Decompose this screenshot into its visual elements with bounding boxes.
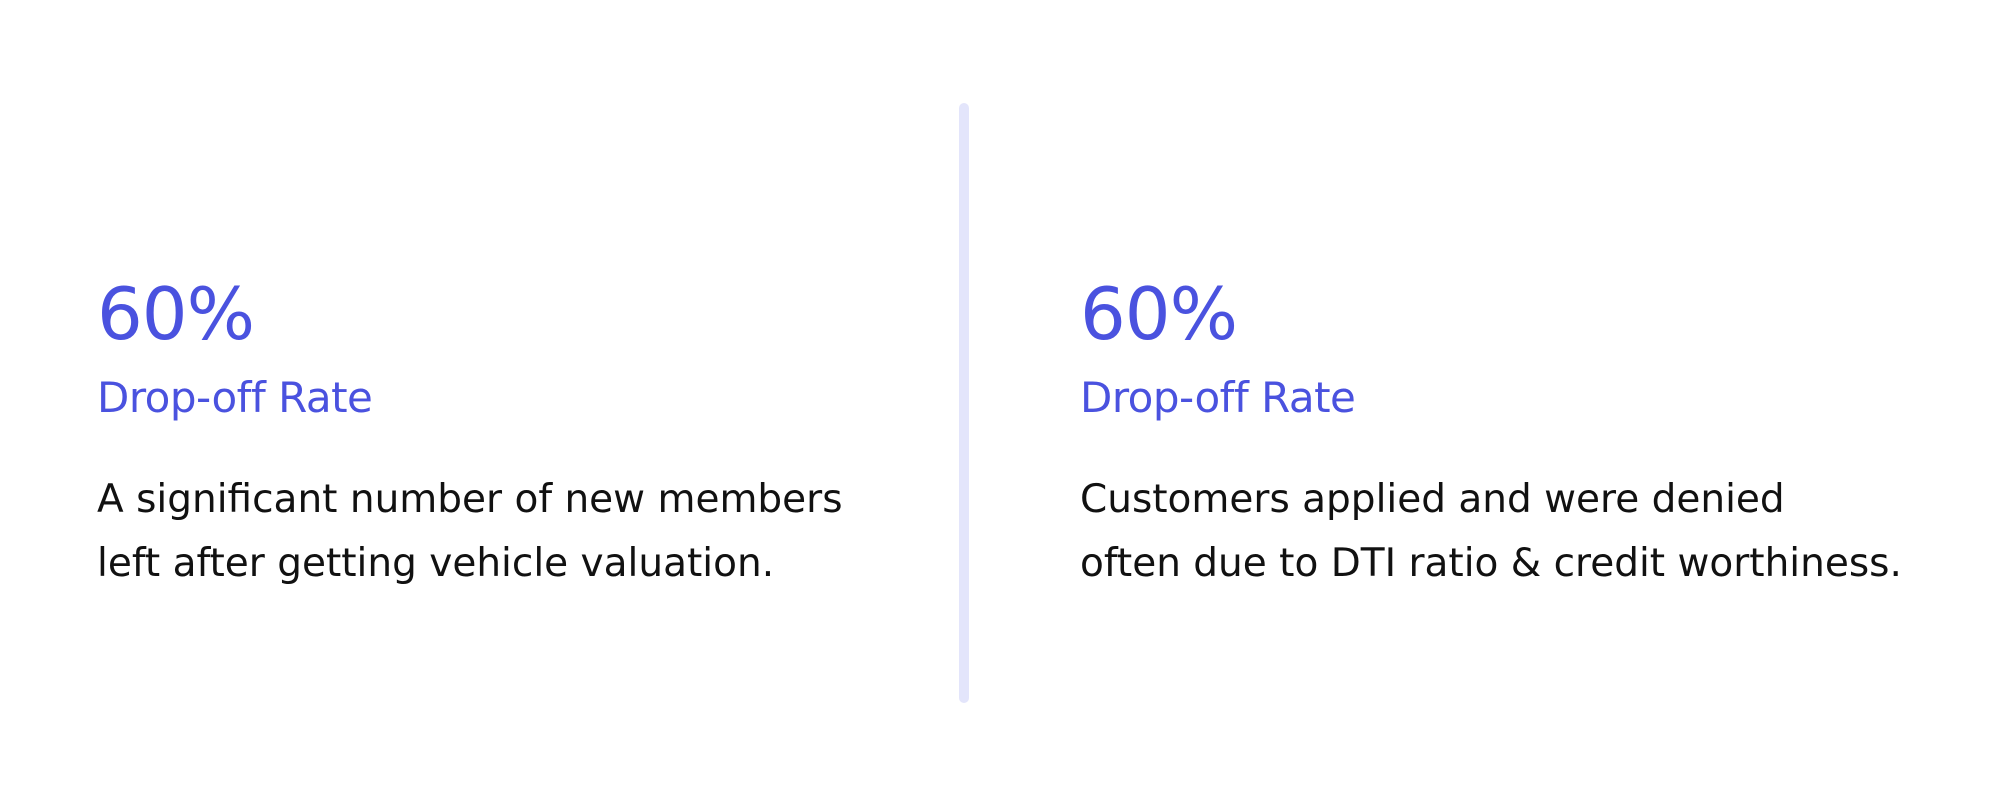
stat-description-line: left after getting vehicle valuation.	[97, 541, 775, 586]
stat-value: 60%	[97, 272, 255, 356]
stat-card-members: 60% Drop-off Rate A significant number o…	[97, 270, 957, 596]
stat-description: A significant number of new members left…	[97, 468, 957, 596]
stat-description-line: A significant number of new members	[97, 477, 843, 522]
stat-description-line: Customers applied and were denied	[1080, 477, 1785, 522]
vertical-divider	[959, 103, 969, 703]
stat-description: Customers applied and were denied often …	[1080, 468, 1980, 596]
stat-label: Drop-off Rate	[1080, 373, 1356, 422]
stat-description-line: often due to DTI ratio & credit worthine…	[1080, 541, 1902, 586]
stats-panel: 60% Drop-off Rate A significant number o…	[0, 0, 2000, 805]
stat-card-customers: 60% Drop-off Rate Customers applied and …	[1080, 270, 1980, 596]
stat-value: 60%	[1080, 272, 1238, 356]
stat-label: Drop-off Rate	[97, 373, 373, 422]
